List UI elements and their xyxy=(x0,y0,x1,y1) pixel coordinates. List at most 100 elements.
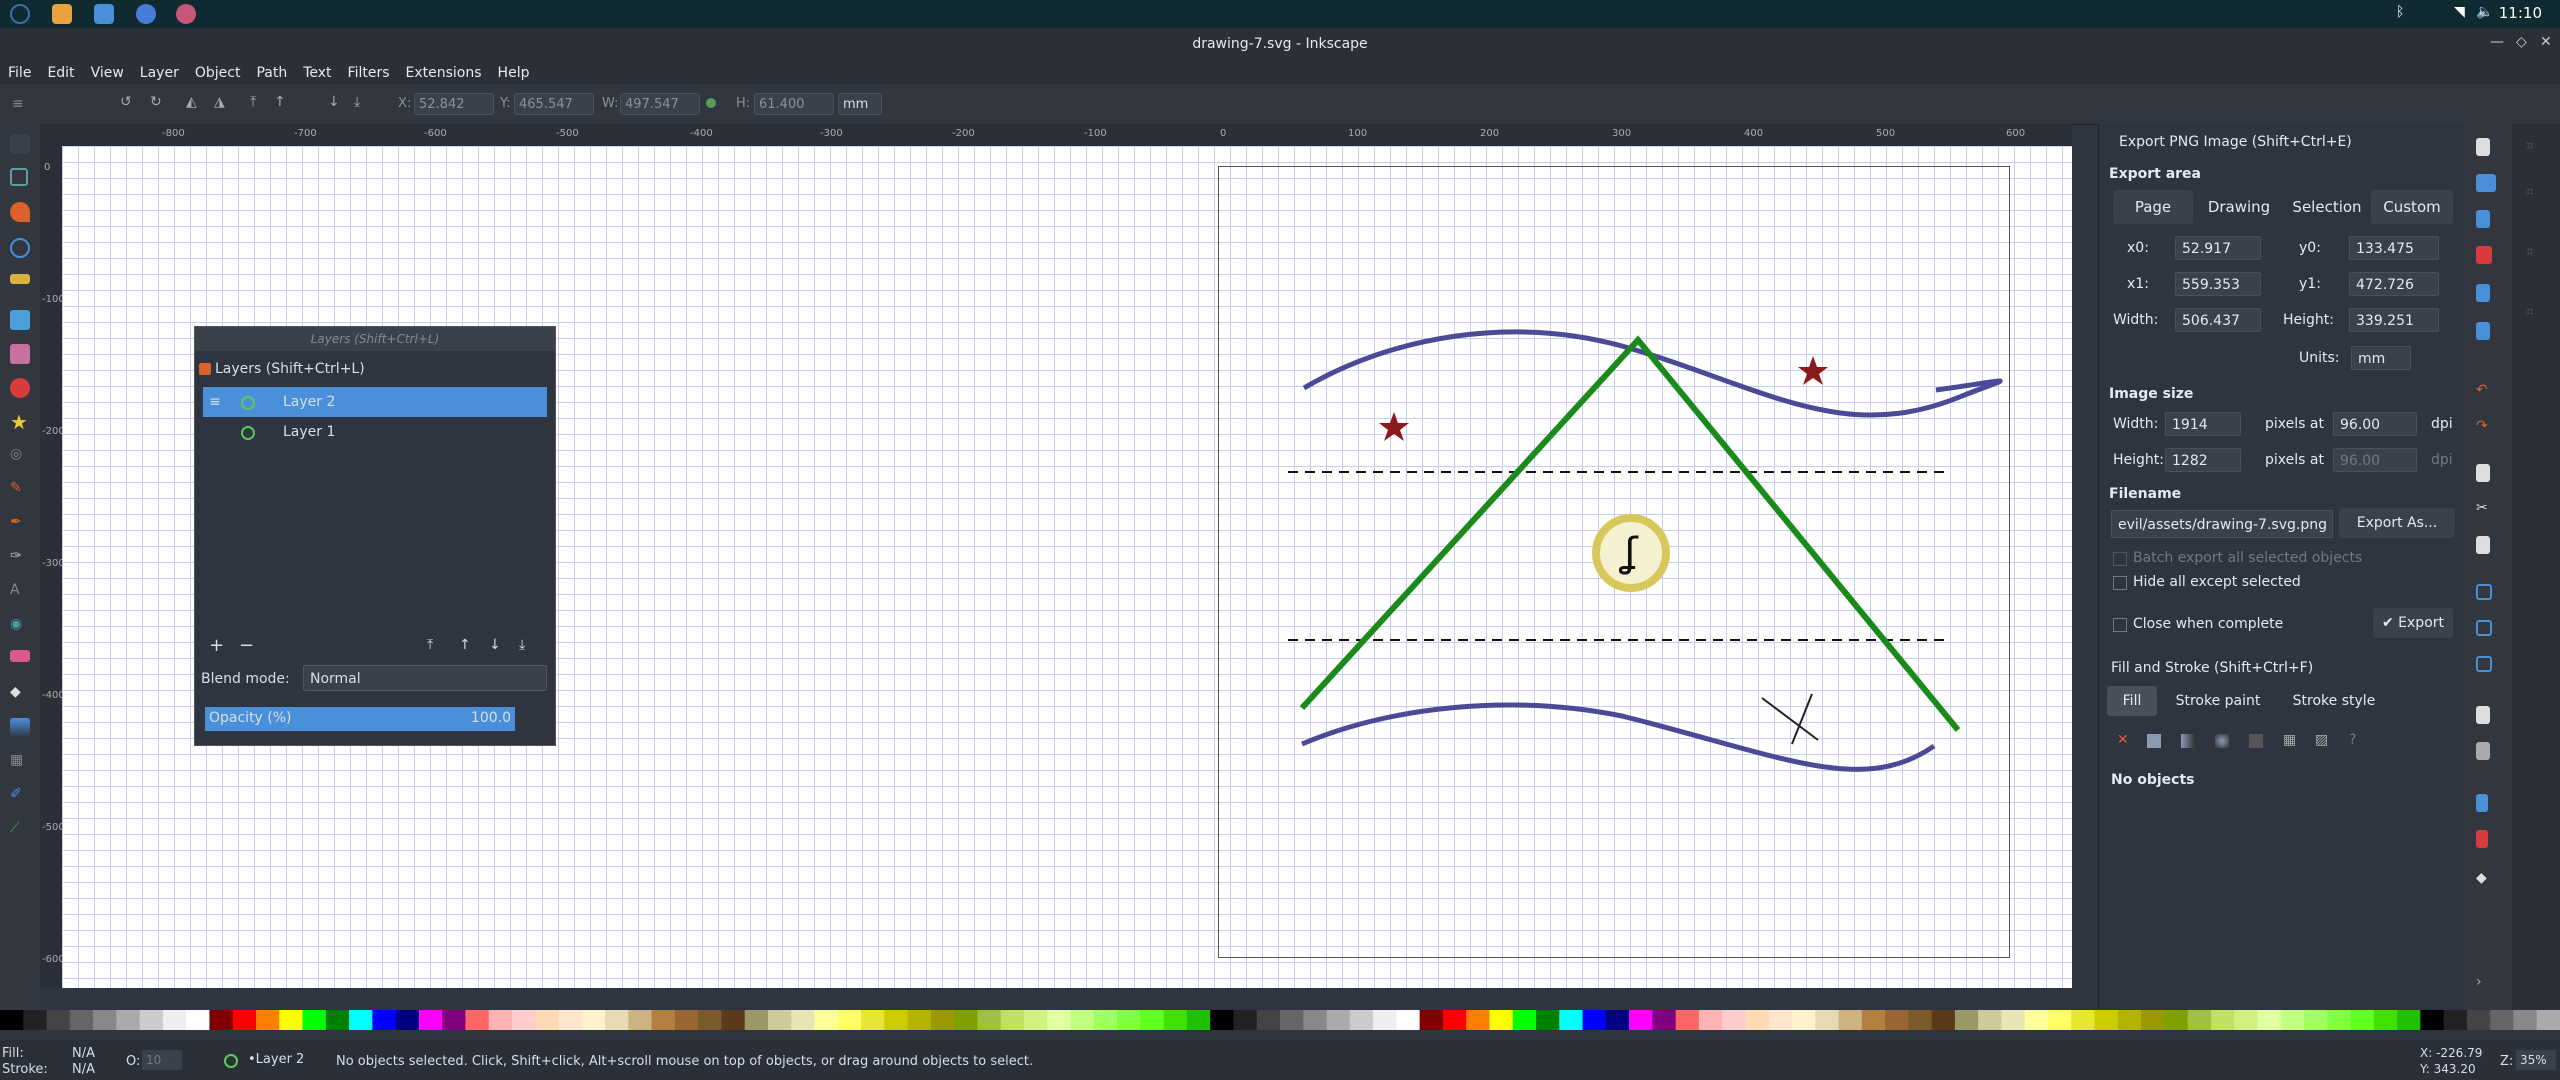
mesh-gradient-icon[interactable] xyxy=(2249,734,2263,748)
export-area-selection-button[interactable]: Selection xyxy=(2285,190,2369,224)
h-field[interactable]: 61.400 xyxy=(754,93,834,115)
palette-swatches[interactable] xyxy=(0,1010,2560,1030)
y0-field[interactable]: 133.475 xyxy=(2349,236,2439,260)
height-field[interactable]: 339.251 xyxy=(2349,308,2439,332)
image-width-field[interactable]: 1914 xyxy=(2165,412,2241,436)
current-layer-select[interactable]: •Layer 2 xyxy=(248,1050,326,1070)
menu-help[interactable]: Help xyxy=(490,62,538,84)
mesh-tool-icon[interactable]: ▦ xyxy=(10,752,30,772)
ellipse-tool-icon[interactable] xyxy=(10,378,30,398)
export-area-custom-button[interactable]: Custom xyxy=(2371,190,2453,224)
undo-icon[interactable]: ↶ xyxy=(2476,382,2496,400)
rectangle-tool-icon[interactable] xyxy=(10,310,30,330)
layer-to-top-icon[interactable]: ⤒ xyxy=(427,637,433,653)
text-tool-icon[interactable]: A xyxy=(10,582,30,602)
sublime-text-icon[interactable] xyxy=(52,4,72,24)
opacity-slider[interactable]: Opacity (%) 100.0 xyxy=(205,707,515,731)
menu-extensions[interactable]: Extensions xyxy=(398,62,490,84)
menu-edit[interactable]: Edit xyxy=(39,62,82,84)
export-as-button[interactable]: Export As... xyxy=(2339,508,2455,538)
ungroup-icon[interactable] xyxy=(2476,830,2488,848)
x-field[interactable]: 52.842 xyxy=(414,93,494,115)
launcher-icon[interactable] xyxy=(10,4,30,24)
menu-view[interactable]: View xyxy=(83,62,132,84)
gradient-tool-icon[interactable] xyxy=(10,718,30,738)
export-area-drawing-button[interactable]: Drawing xyxy=(2197,190,2281,224)
dpi-field[interactable]: 96.00 xyxy=(2333,412,2417,436)
bucket-tool-icon[interactable]: ◆ xyxy=(10,684,30,704)
duplicate-icon[interactable] xyxy=(2476,706,2490,724)
layers-float-title[interactable]: Layers (Shift+Ctrl+L) xyxy=(195,327,555,351)
wifi-icon[interactable]: ◥ xyxy=(2454,4,2474,24)
inkscape-icon[interactable] xyxy=(176,4,196,24)
y-field[interactable]: 465.547 xyxy=(514,93,594,115)
layer-row-layer-1[interactable]: Layer 1 xyxy=(203,417,547,447)
width-field[interactable]: 506.437 xyxy=(2175,308,2261,332)
menu-layer[interactable]: Layer xyxy=(132,62,187,84)
color-palette[interactable] xyxy=(0,1010,2560,1030)
layer-down-icon[interactable]: ↓ xyxy=(489,637,501,653)
units-select[interactable]: mm xyxy=(2351,346,2411,370)
import-icon[interactable] xyxy=(2476,284,2490,302)
zoom-field[interactable]: 35% xyxy=(2516,1050,2556,1070)
group-icon[interactable] xyxy=(2476,794,2488,812)
pen-tool-icon[interactable]: ✒ xyxy=(10,514,30,534)
maximize-icon[interactable]: ◇ xyxy=(2516,34,2527,50)
raise-icon[interactable]: ↑ xyxy=(274,94,286,110)
redo-icon[interactable]: ↷ xyxy=(2476,418,2496,436)
filename-field[interactable]: evil/assets/drawing-7.svg.png xyxy=(2111,510,2333,538)
blend-mode-select[interactable]: Normal xyxy=(303,665,547,691)
unset-icon[interactable]: ? xyxy=(2349,732,2356,748)
select-all-icon[interactable]: ≡ xyxy=(12,96,24,112)
dropper-tool-icon[interactable]: ✐ xyxy=(10,786,30,806)
hide-all-checkbox[interactable] xyxy=(2113,576,2127,590)
vertical-ruler[interactable]: 0 -100 -200 -300 -400 -500 -600 xyxy=(40,146,65,988)
w-field[interactable]: 497.547 xyxy=(620,93,700,115)
snap-toggle-icon[interactable]: ⌗ xyxy=(2526,138,2546,156)
lock-icon[interactable] xyxy=(241,396,255,410)
export-icon[interactable] xyxy=(2476,322,2490,340)
horizontal-ruler[interactable]: -800 -700 -600 -500 -400 -300 -200 -100 … xyxy=(40,124,2072,147)
save-icon[interactable] xyxy=(2476,210,2490,228)
layer-row-layer-2[interactable]: ≡ Layer 2 xyxy=(203,387,547,417)
raise-to-top-icon[interactable]: ⤒ xyxy=(250,94,256,110)
menu-filters[interactable]: Filters xyxy=(340,62,398,84)
selector-tool-icon[interactable] xyxy=(10,134,30,154)
zoom-selection-icon[interactable] xyxy=(2476,584,2492,600)
swatch-icon[interactable]: ▨ xyxy=(2315,732,2328,748)
flip-horizontal-icon[interactable]: ◭ xyxy=(186,94,197,110)
linear-gradient-icon[interactable] xyxy=(2181,734,2195,748)
tab-fill[interactable]: Fill xyxy=(2107,686,2157,716)
radial-gradient-icon[interactable] xyxy=(2215,734,2229,748)
rotate-cw-icon[interactable]: ↻ xyxy=(150,94,162,110)
image-height-field[interactable]: 1282 xyxy=(2165,448,2241,472)
menu-file[interactable]: File xyxy=(0,62,39,84)
menu-path[interactable]: Path xyxy=(248,62,295,84)
fill-stroke-icon[interactable]: ◆ xyxy=(2476,870,2496,888)
tab-stroke-paint[interactable]: Stroke paint xyxy=(2163,686,2273,716)
open-folder-icon[interactable] xyxy=(2476,174,2496,192)
snap-nodes-icon[interactable]: ⌗ xyxy=(2526,244,2546,262)
zoom-page-icon[interactable] xyxy=(2476,656,2492,672)
batch-checkbox[interactable] xyxy=(2113,552,2127,566)
bluetooth-icon[interactable]: ᛒ xyxy=(2396,4,2408,24)
files-icon[interactable] xyxy=(94,4,114,24)
volume-icon[interactable]: 🔈 xyxy=(2476,4,2496,24)
calligraphy-tool-icon[interactable]: ✑ xyxy=(10,548,30,568)
measure-tool-icon[interactable] xyxy=(10,274,30,284)
add-layer-icon[interactable]: + xyxy=(209,635,224,656)
x0-field[interactable]: 52.917 xyxy=(2175,236,2261,260)
menu-text[interactable]: Text xyxy=(295,62,339,84)
lock-icon[interactable] xyxy=(241,426,255,440)
lock-ratio-icon[interactable] xyxy=(706,98,716,108)
paste-icon[interactable] xyxy=(2476,536,2490,554)
menu-object[interactable]: Object xyxy=(187,62,249,84)
close-icon[interactable]: ✕ xyxy=(2540,34,2552,50)
connector-tool-icon[interactable]: ⟋ xyxy=(10,820,30,840)
tweak-tool-icon[interactable] xyxy=(10,202,30,222)
flat-color-icon[interactable] xyxy=(2147,734,2161,748)
eraser-tool-icon[interactable] xyxy=(10,650,30,662)
chromium-icon[interactable] xyxy=(136,4,156,24)
clone-icon[interactable] xyxy=(2476,742,2490,760)
flip-vertical-icon[interactable]: ◮ xyxy=(214,94,225,110)
